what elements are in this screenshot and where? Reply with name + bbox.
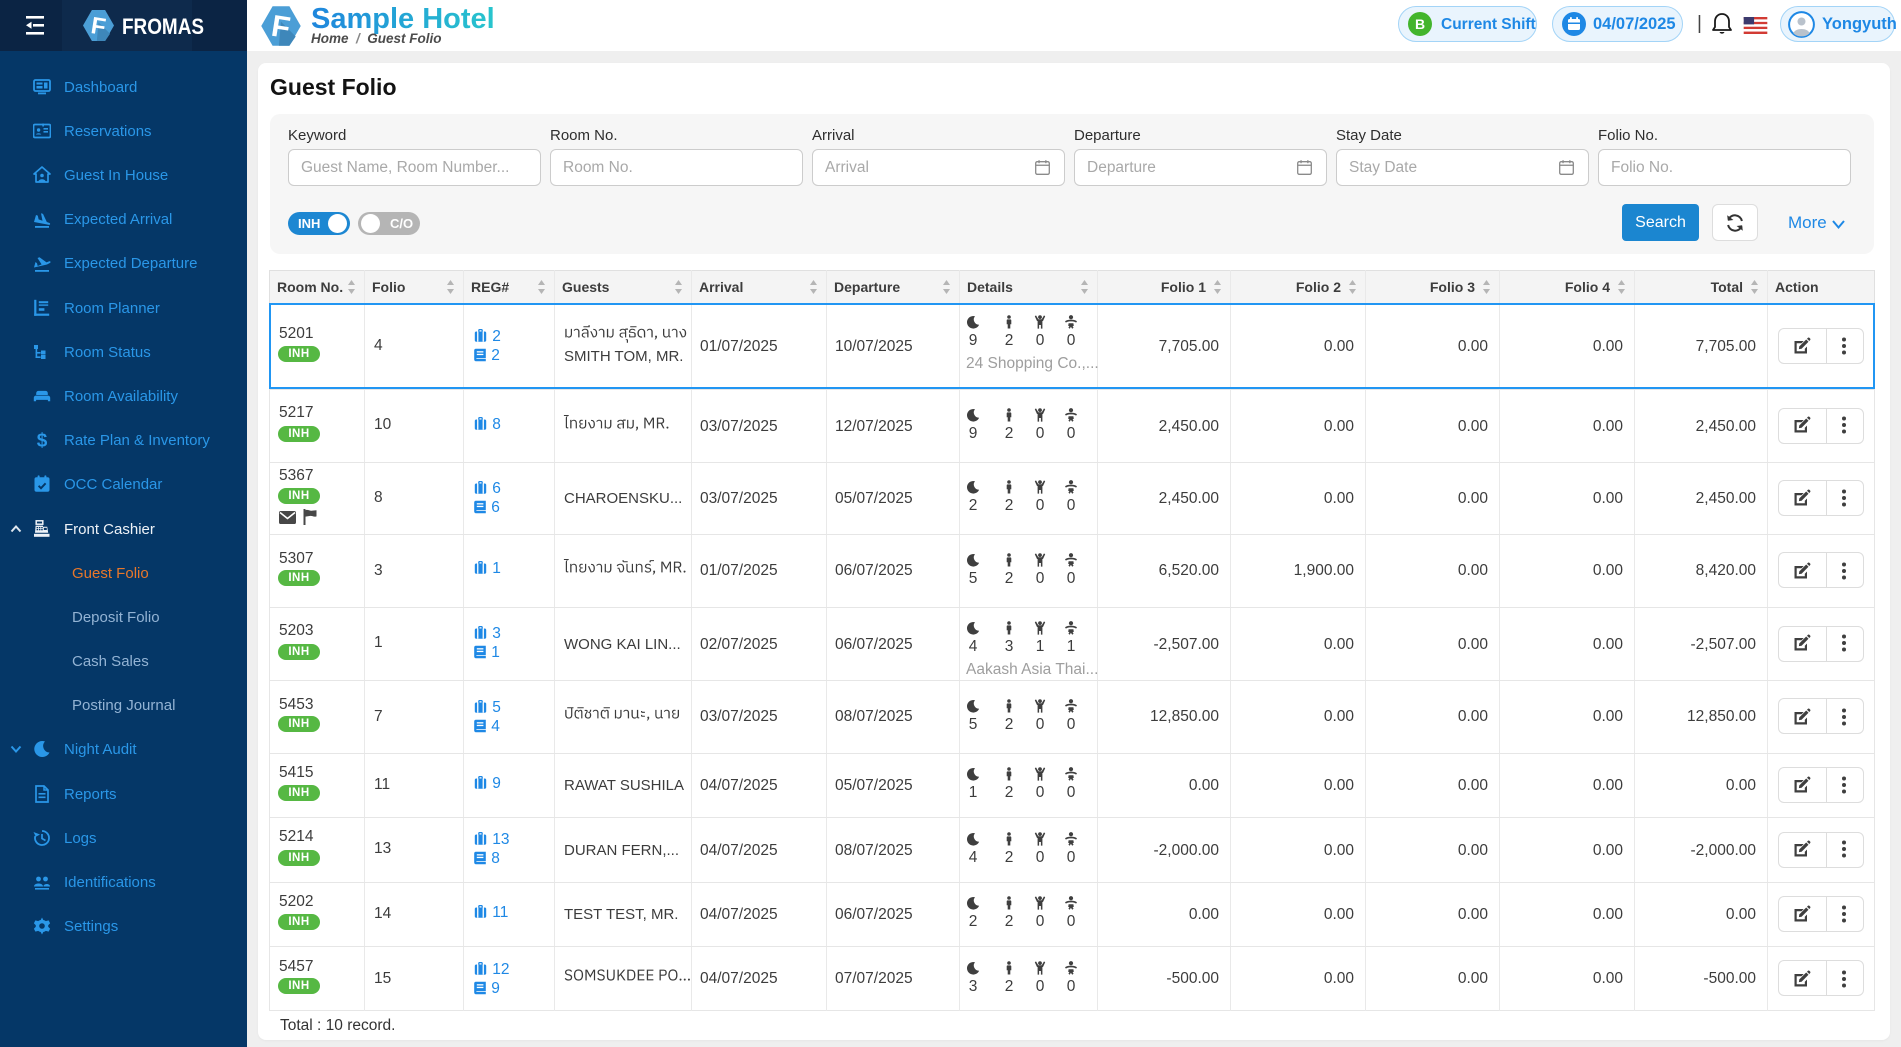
- svg-text:$: $: [37, 431, 48, 449]
